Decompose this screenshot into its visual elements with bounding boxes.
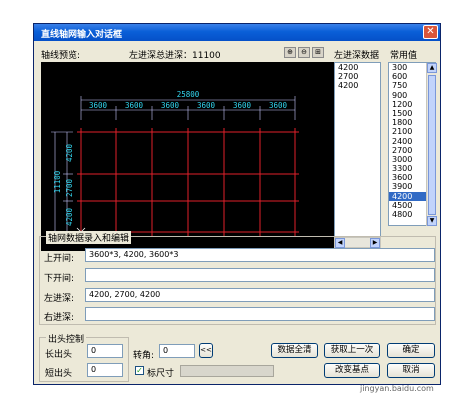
get-last-button[interactable]: 获取上一次 xyxy=(324,343,380,358)
common-values-header: 常用值 xyxy=(390,51,418,61)
preview-label: 轴线预览: xyxy=(41,51,81,61)
list-item[interactable]: 2700 xyxy=(335,72,380,81)
scroll-up-icon[interactable]: ▲ xyxy=(427,63,437,73)
top-dim: 3600 xyxy=(197,101,216,110)
zoom-extents-icon[interactable]: ⊞ xyxy=(312,47,324,58)
field-label: 左进深: xyxy=(44,294,75,304)
long-overhang-label: 长出头 xyxy=(45,350,73,360)
rotation-label: 转角: xyxy=(133,351,155,361)
close-button[interactable]: ✕ xyxy=(423,25,438,39)
field-label: 下开间: xyxy=(44,274,75,284)
scroll-down-icon[interactable]: ▼ xyxy=(427,216,437,226)
left-total-dim: 11100 xyxy=(53,170,62,193)
zoom-out-icon[interactable]: ⊖ xyxy=(298,47,310,58)
top-dim: 3600 xyxy=(269,101,288,110)
short-overhang-label: 短出头 xyxy=(45,369,73,379)
left-depth-input[interactable]: 4200, 2700, 4200 xyxy=(85,288,435,302)
long-overhang-input[interactable]: 0 xyxy=(87,344,123,358)
top-dim: 3600 xyxy=(125,101,144,110)
overhang-title: 出头控制 xyxy=(46,332,87,345)
axis-grid-svg: 25800 3600 3600 3600 3600 3600 3600 4200… xyxy=(51,90,299,237)
pick-angle-button[interactable]: << xyxy=(199,343,213,358)
cancel-button[interactable]: 取消 xyxy=(387,363,435,378)
common-values-scrollbar[interactable]: ▲ ▼ xyxy=(426,63,437,226)
top-dim: 3600 xyxy=(233,101,252,110)
top-bay-input[interactable]: 3600*3, 4200, 3600*3 xyxy=(85,248,435,262)
zoom-in-icon[interactable]: ⊕ xyxy=(284,47,296,58)
dimension-label: 标尺寸 xyxy=(147,369,175,379)
ok-button[interactable]: 确定 xyxy=(387,343,435,358)
change-base-point-button[interactable]: 改变基点 xyxy=(324,363,380,378)
clear-data-button[interactable]: 数据全清 xyxy=(271,343,318,358)
top-dim: 3600 xyxy=(89,101,108,110)
top-total-dim: 25800 xyxy=(177,90,200,99)
left-dim: 4200 xyxy=(65,143,74,162)
depth-list-header: 左进深数据 xyxy=(334,51,380,61)
progress-bar xyxy=(180,365,274,377)
axis-input-dialog: 直线轴网输入对话框 ✕ 轴线预览: 左进深总进深：11100 ⊕ ⊖ ⊞ 258… xyxy=(33,23,441,385)
bottom-bay-input[interactable] xyxy=(85,268,435,282)
dimension-checkbox[interactable]: ✓ xyxy=(135,366,144,375)
list-item[interactable]: 4200 xyxy=(335,81,380,90)
top-dim: 3600 xyxy=(161,101,180,110)
left-dim: 4200 xyxy=(65,207,74,226)
rotation-input[interactable]: 0 xyxy=(159,344,195,358)
title-bar: 直线轴网输入对话框 ✕ xyxy=(34,24,440,41)
left-dim: 2700 xyxy=(65,178,74,197)
watermark: jingyan.baidu.com xyxy=(360,384,434,393)
field-label: 右进深: xyxy=(44,313,75,323)
right-depth-input[interactable] xyxy=(85,307,435,321)
scroll-thumb[interactable] xyxy=(428,75,436,215)
list-item[interactable]: 4200 xyxy=(335,63,380,72)
depth-data-list[interactable]: 4200 2700 4200 xyxy=(334,62,381,238)
field-label: 上开间: xyxy=(44,254,75,264)
total-depth-label: 左进深总进深：11100 xyxy=(129,51,221,61)
window-title: 直线轴网输入对话框 xyxy=(41,30,123,40)
axis-edit-title: 轴网数据录入和编辑 xyxy=(46,231,132,244)
axis-preview-canvas[interactable]: 25800 3600 3600 3600 3600 3600 3600 4200… xyxy=(41,62,334,251)
short-overhang-input[interactable]: 0 xyxy=(87,363,123,377)
